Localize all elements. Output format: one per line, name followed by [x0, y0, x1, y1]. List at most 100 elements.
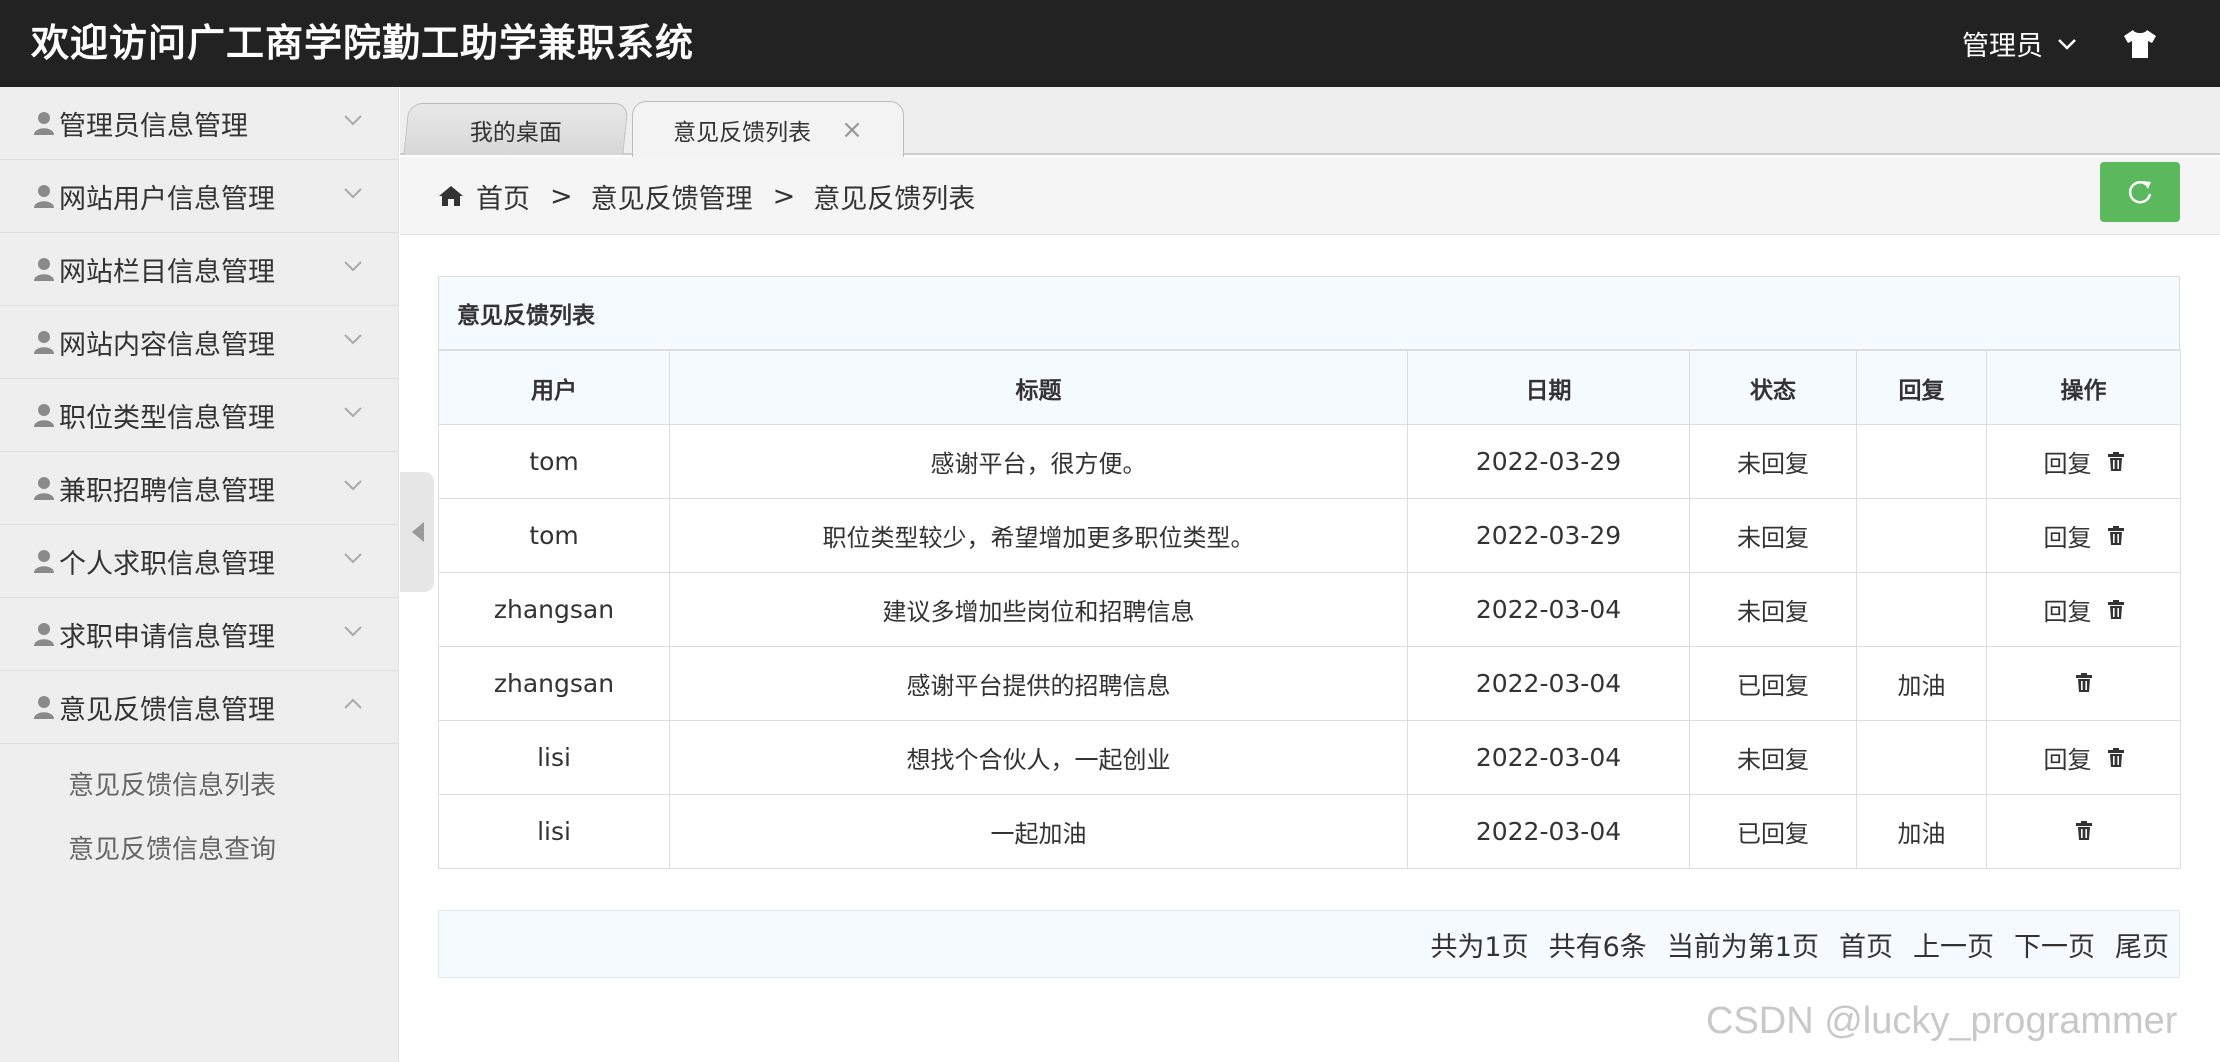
cell-status: 已回复 — [1689, 646, 1857, 721]
trash-icon[interactable] — [2075, 820, 2092, 840]
user-icon — [34, 258, 54, 281]
cell-reply — [1856, 572, 1987, 647]
pagination: 共为1页 共有6条 当前为第1页 首页 上一页 下一页 尾页 — [438, 910, 2180, 978]
sidebar-item-applications[interactable]: 求职申请信息管理 — [0, 598, 398, 671]
reply-link[interactable]: 回复 — [2044, 592, 2092, 627]
table-row: zhangsan 建议多增加些岗位和招聘信息 2022-03-04 未回复 回复 — [438, 572, 2181, 647]
sidebar-item-label: 网站内容信息管理 — [59, 329, 275, 361]
cell-user: lisi — [438, 794, 670, 869]
cell-reply: 加油 — [1856, 794, 1987, 869]
admin-user-menu[interactable]: 管理员 — [1962, 0, 2077, 87]
close-icon[interactable]: × — [841, 115, 863, 145]
sidebar-item-content[interactable]: 网站内容信息管理 — [0, 306, 398, 379]
cell-title: 职位类型较少，希望增加更多职位类型。 — [669, 498, 1408, 573]
tab-my-desktop[interactable]: 我的桌面 — [403, 103, 629, 155]
trash-icon[interactable] — [2107, 526, 2124, 545]
user-icon — [34, 185, 54, 208]
cell-status: 未回复 — [1689, 498, 1857, 573]
cell-date: 2022-03-04 — [1407, 572, 1690, 647]
sidebar-item-job-types[interactable]: 职位类型信息管理 — [0, 379, 398, 452]
cell-reply — [1856, 498, 1987, 573]
chevron-down-icon — [344, 553, 362, 564]
breadcrumb: 首页 > 意见反馈管理 > 意见反馈列表 — [438, 157, 975, 235]
pager-total-items: 共有6条 — [1548, 931, 1647, 963]
chevron-down-icon — [344, 407, 362, 418]
user-icon — [34, 550, 54, 573]
pager-first[interactable]: 首页 — [1839, 925, 1893, 964]
submenu-feedback-query[interactable]: 意见反馈信息查询 — [0, 818, 398, 882]
sidebar-item-site-users[interactable]: 网站用户信息管理 — [0, 160, 398, 233]
cell-reply: 加油 — [1856, 646, 1987, 721]
column-header-actions: 操作 — [1986, 350, 2181, 425]
tabs-bar: 我的桌面 意见反馈列表 × — [400, 87, 2220, 157]
user-icon — [34, 112, 54, 135]
sidebar-item-label: 兼职招聘信息管理 — [59, 475, 275, 507]
cell-actions: 回复 — [1986, 720, 2181, 795]
reply-link[interactable]: 回复 — [2044, 740, 2092, 775]
reply-link[interactable]: 回复 — [2044, 518, 2092, 553]
app-title: 欢迎访问广工商学院勤工助学兼职系统 — [31, 21, 695, 65]
pager-total-pages: 共为1页 — [1430, 931, 1529, 963]
sidebar-item-admin[interactable]: 管理员信息管理 — [0, 87, 398, 160]
user-icon — [34, 331, 54, 354]
cell-reply — [1856, 720, 1987, 795]
breadcrumb-separator: > — [550, 180, 573, 212]
submenu-feedback-list[interactable]: 意见反馈信息列表 — [0, 754, 398, 818]
sidebar-item-columns[interactable]: 网站栏目信息管理 — [0, 233, 398, 306]
tab-label: 意见反馈列表 — [673, 119, 812, 146]
cell-status: 未回复 — [1689, 720, 1857, 795]
feedback-submenu: 意见反馈信息列表 意见反馈信息查询 — [0, 744, 398, 882]
breadcrumb-home[interactable]: 首页 — [476, 177, 530, 216]
trash-icon[interactable] — [2107, 600, 2124, 619]
reply-link[interactable]: 回复 — [2044, 444, 2092, 479]
chevron-down-icon — [344, 480, 362, 491]
cell-title: 感谢平台，很方便。 — [669, 424, 1408, 499]
trash-icon[interactable] — [2075, 672, 2092, 692]
cell-user: zhangsan — [438, 572, 670, 647]
tab-feedback-list[interactable]: 意见反馈列表 × — [632, 101, 904, 157]
cell-user: zhangsan — [438, 646, 670, 721]
cell-date: 2022-03-04 — [1407, 720, 1690, 795]
chevron-up-icon — [344, 698, 362, 709]
sidebar-item-feedback[interactable]: 意见反馈信息管理 — [0, 671, 398, 744]
cell-user: tom — [438, 498, 670, 573]
admin-user-label: 管理员 — [1962, 31, 2043, 62]
user-icon — [34, 623, 54, 646]
user-icon — [34, 404, 54, 427]
table-row: tom 感谢平台，很方便。 2022-03-29 未回复 回复 — [438, 424, 2181, 499]
sidebar-item-job-seeking[interactable]: 个人求职信息管理 — [0, 525, 398, 598]
sidebar-item-label: 网站栏目信息管理 — [59, 256, 275, 288]
cell-title: 一起加油 — [669, 794, 1408, 869]
pager-last[interactable]: 尾页 — [2115, 925, 2169, 964]
column-header-user: 用户 — [438, 350, 670, 425]
cell-date: 2022-03-04 — [1407, 794, 1690, 869]
trash-icon[interactable] — [2107, 748, 2124, 767]
home-icon — [439, 186, 463, 206]
pager-next[interactable]: 下一页 — [2014, 925, 2095, 964]
pager-prev[interactable]: 上一页 — [1913, 925, 1994, 964]
pager-current: 当前为第1页 — [1666, 931, 1819, 963]
top-header: 欢迎访问广工商学院勤工助学兼职系统 管理员 — [0, 0, 2220, 87]
sidebar-item-part-time-jobs[interactable]: 兼职招聘信息管理 — [0, 452, 398, 525]
tshirt-icon[interactable] — [2122, 26, 2158, 62]
breadcrumb-level1: 意见反馈管理 — [590, 183, 753, 215]
column-header-title: 标题 — [669, 350, 1408, 425]
table-row: zhangsan 感谢平台提供的招聘信息 2022-03-04 已回复 加油 — [438, 646, 2181, 721]
table-header-row: 用户 标题 日期 状态 回复 操作 — [438, 350, 2181, 425]
cell-actions: 回复 — [1986, 424, 2181, 499]
cell-date: 2022-03-04 — [1407, 646, 1690, 721]
sidebar-collapse-handle[interactable] — [400, 472, 434, 592]
table-caption: 意见反馈列表 — [438, 276, 2180, 350]
trash-icon[interactable] — [2107, 452, 2124, 471]
watermark: CSDN @lucky_programmer — [1706, 1000, 2178, 1042]
chevron-down-icon — [344, 261, 362, 272]
cell-actions: 回复 — [1986, 572, 2181, 647]
cell-user: tom — [438, 424, 670, 499]
column-header-date: 日期 — [1407, 350, 1690, 425]
user-icon — [34, 477, 54, 500]
cell-status: 已回复 — [1689, 794, 1857, 869]
breadcrumb-separator: > — [772, 180, 796, 212]
refresh-button[interactable] — [2100, 162, 2180, 222]
chevron-down-icon — [344, 115, 362, 126]
cell-date: 2022-03-29 — [1407, 498, 1690, 573]
